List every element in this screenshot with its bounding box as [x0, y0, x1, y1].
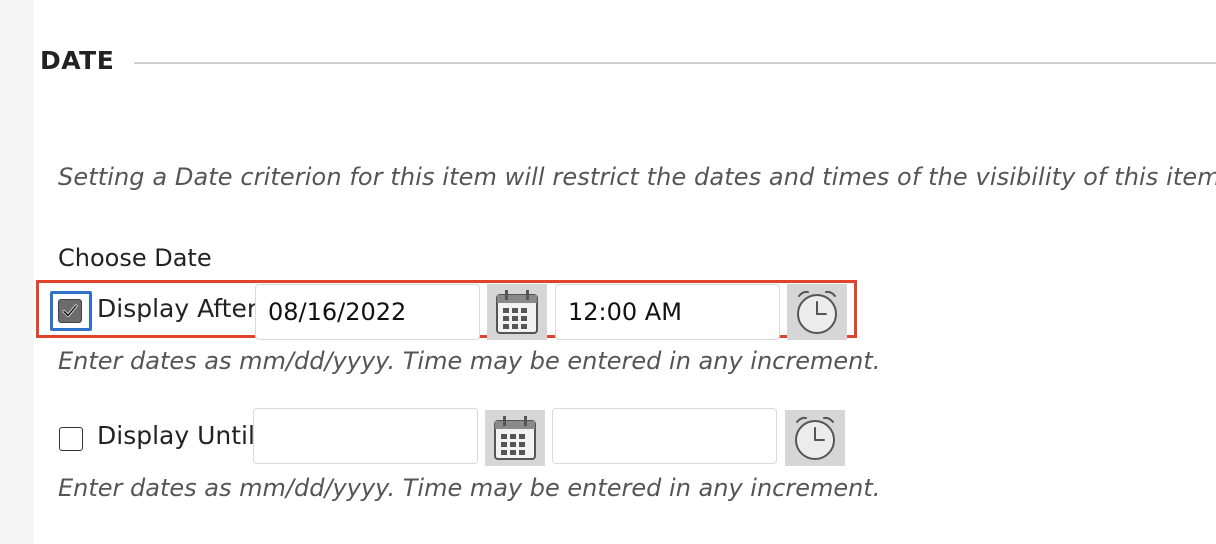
display-until-clock-button[interactable] [785, 410, 845, 466]
calendar-icon [496, 290, 538, 334]
display-after-date-input[interactable] [255, 284, 480, 340]
clock-icon [795, 416, 835, 460]
section-title: DATE [40, 46, 115, 75]
display-after-hint: Enter dates as mm/dd/yyyy. Time may be e… [58, 347, 881, 375]
date-section-header: DATE [34, 30, 1216, 94]
clock-icon [797, 290, 837, 334]
left-gutter [0, 0, 34, 544]
display-after-time-input[interactable] [555, 284, 780, 340]
display-after-label: Display After [97, 294, 258, 323]
checkmark-icon [62, 304, 78, 317]
display-after-calendar-button[interactable] [487, 284, 547, 340]
date-criterion-instruction: Setting a Date criterion for this item w… [58, 163, 1216, 191]
display-after-clock-button[interactable] [787, 284, 847, 340]
section-divider [134, 62, 1216, 64]
calendar-icon [494, 416, 536, 460]
display-until-label: Display Until [97, 421, 255, 450]
display-until-calendar-button[interactable] [485, 410, 545, 466]
choose-date-label: Choose Date [58, 244, 212, 272]
display-until-time-input[interactable] [552, 408, 777, 464]
display-until-checkbox[interactable] [59, 427, 83, 451]
display-until-date-input[interactable] [253, 408, 478, 464]
display-until-hint: Enter dates as mm/dd/yyyy. Time may be e… [58, 474, 881, 502]
display-after-checkbox[interactable] [58, 299, 82, 323]
